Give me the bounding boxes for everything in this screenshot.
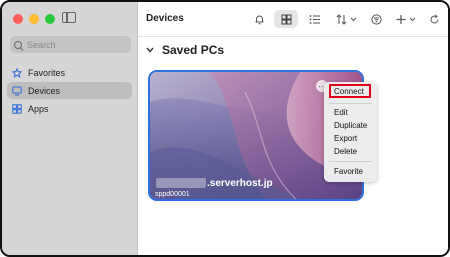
menu-item-edit[interactable]: Edit xyxy=(334,108,348,117)
search-icon xyxy=(14,40,22,49)
grid-view-icon[interactable] xyxy=(274,10,298,28)
sidebar-item-label: Favorites xyxy=(28,67,66,78)
page-title: Devices xyxy=(146,13,184,24)
menu-separator xyxy=(329,103,372,104)
redacted-host-prefix xyxy=(156,178,206,188)
star-icon xyxy=(12,67,22,78)
menu-item-delete[interactable]: Delete xyxy=(334,147,357,156)
sidebar: Favorites Devices Apps xyxy=(2,2,138,255)
add-icon[interactable] xyxy=(394,10,420,28)
sidebar-toggle-icon[interactable] xyxy=(62,12,76,23)
sidebar-item-devices[interactable]: Devices xyxy=(7,82,132,99)
menu-item-export[interactable]: Export xyxy=(334,134,357,143)
filter-icon[interactable] xyxy=(368,10,384,28)
list-view-icon[interactable] xyxy=(306,10,324,28)
search-field[interactable] xyxy=(10,36,131,53)
saved-pcs-section-header[interactable]: Saved PCs xyxy=(146,43,224,57)
sidebar-item-label: Devices xyxy=(28,85,61,96)
refresh-icon[interactable] xyxy=(426,10,442,28)
section-title: Saved PCs xyxy=(162,43,225,57)
sidebar-item-label: Apps xyxy=(28,103,49,114)
search-input[interactable] xyxy=(27,39,122,50)
apps-grid-icon xyxy=(12,103,22,114)
window-controls xyxy=(13,14,55,24)
sidebar-item-apps[interactable]: Apps xyxy=(7,100,132,117)
menu-item-favorite[interactable]: Favorite xyxy=(334,167,363,176)
bell-icon[interactable] xyxy=(250,10,268,28)
context-menu: Connect Edit Duplicate Export Delete Fav… xyxy=(324,82,377,182)
chevron-down-icon xyxy=(146,45,154,55)
sidebar-item-favorites[interactable]: Favorites xyxy=(7,64,132,81)
main-content: Devices Saved PCs … .serverhost.jp sppd0… xyxy=(138,2,448,255)
sort-icon[interactable] xyxy=(334,10,360,28)
minimize-window-button[interactable] xyxy=(29,14,39,24)
menu-item-connect[interactable]: Connect xyxy=(334,87,364,96)
zoom-window-button[interactable] xyxy=(45,14,55,24)
app-window: Favorites Devices Apps Devices xyxy=(0,0,450,257)
pc-name: sppd00001 xyxy=(155,191,190,198)
pc-hostname: .serverhost.jp xyxy=(207,178,273,189)
menu-item-duplicate[interactable]: Duplicate xyxy=(334,121,367,130)
close-window-button[interactable] xyxy=(13,14,23,24)
menu-separator xyxy=(329,161,372,162)
toolbar: Devices xyxy=(138,2,448,37)
monitor-icon xyxy=(12,86,22,96)
